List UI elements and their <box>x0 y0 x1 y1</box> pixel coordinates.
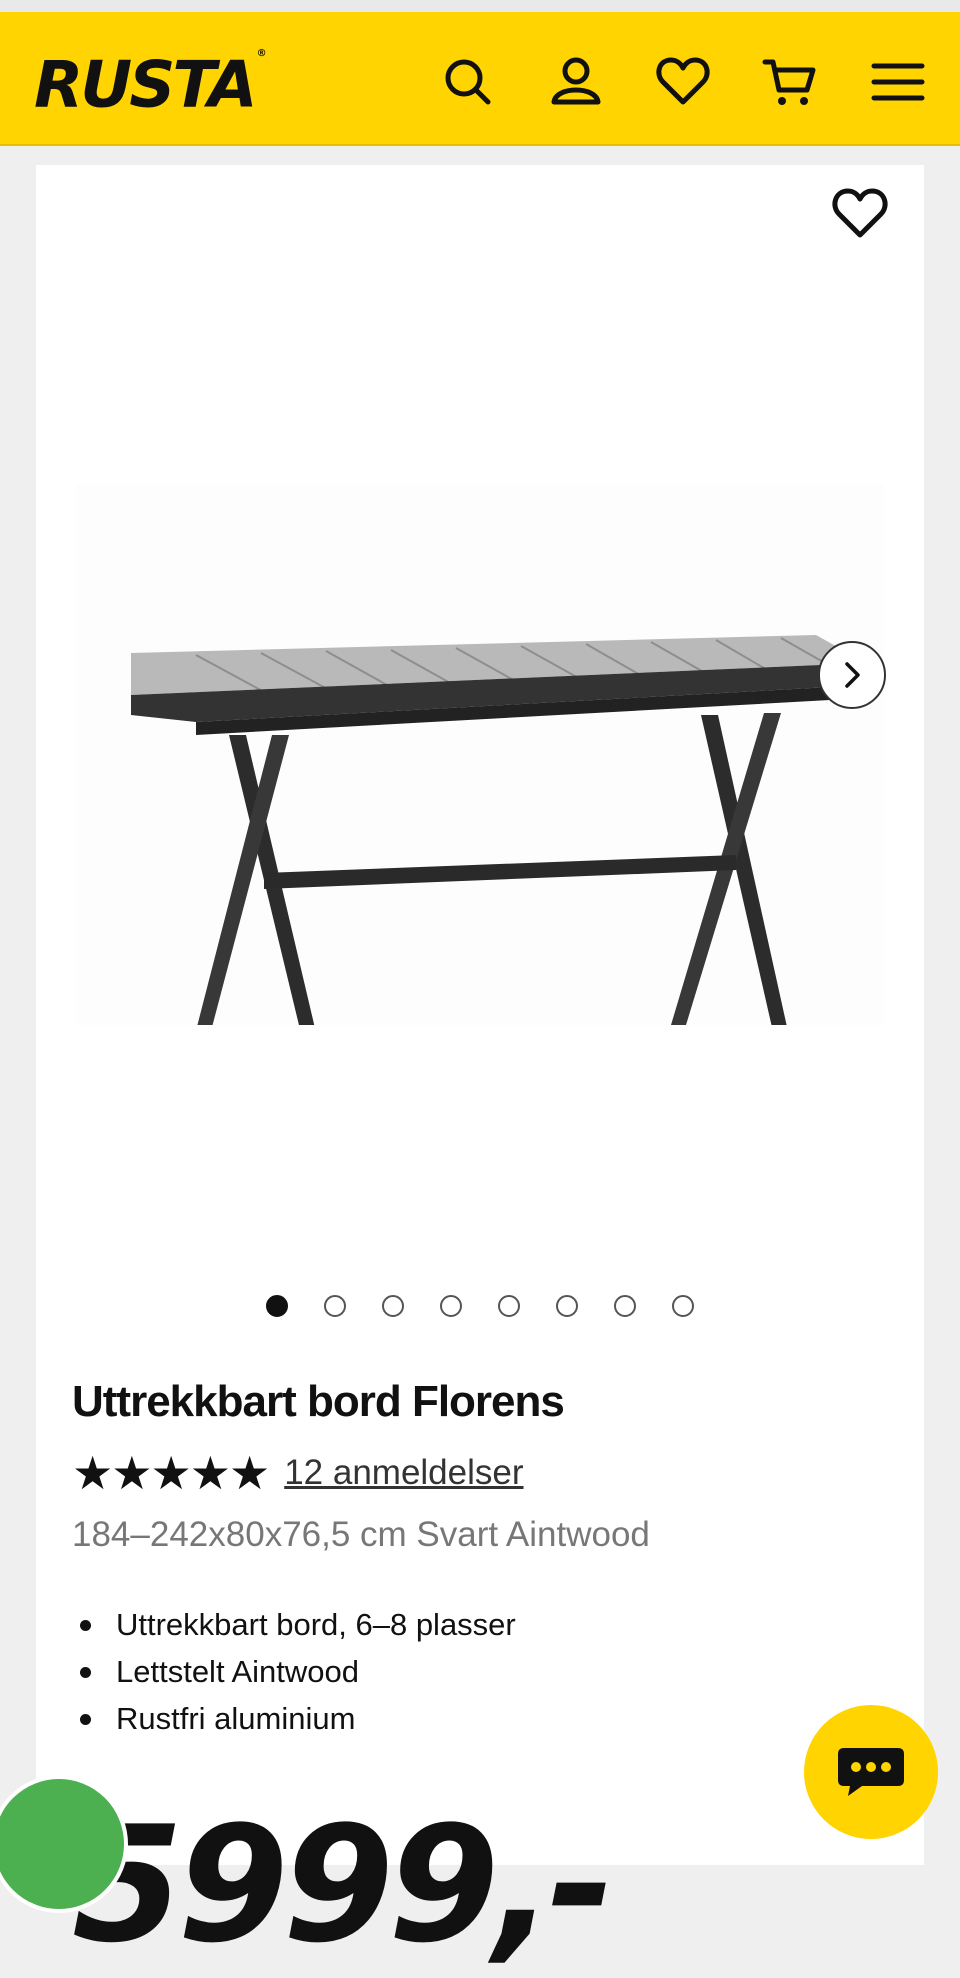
rusta-logo[interactable]: RUSTA ® <box>34 42 267 122</box>
carousel-dot[interactable] <box>382 1295 404 1317</box>
chat-icon <box>838 1748 904 1796</box>
table-image[interactable] <box>76 485 884 1075</box>
feature-item: Rustfri aluminium <box>72 1695 516 1742</box>
product-subtitle: 184–242x80x76,5 cm Svart Aintwood <box>72 1515 650 1554</box>
status-strip <box>0 0 960 12</box>
chat-button[interactable] <box>804 1705 938 1839</box>
heart-icon[interactable] <box>831 185 889 243</box>
chevron-right-icon <box>845 662 860 688</box>
carousel-dot[interactable] <box>266 1295 288 1317</box>
product-price: 5999,- <box>72 1791 614 1978</box>
carousel-dot[interactable] <box>324 1295 346 1317</box>
product-title: Uttrekkbart bord Florens <box>72 1377 565 1426</box>
account-icon[interactable] <box>548 54 604 110</box>
carousel-dot[interactable] <box>498 1295 520 1317</box>
menu-icon[interactable] <box>870 54 926 110</box>
feature-list: Uttrekkbart bord, 6–8 plasser Lettstelt … <box>72 1601 516 1742</box>
rating-stars: ★★★★★ <box>72 1447 270 1499</box>
wishlist-icon[interactable] <box>655 54 711 110</box>
carousel-dot[interactable] <box>440 1295 462 1317</box>
next-image-button[interactable] <box>818 641 886 709</box>
cart-icon[interactable] <box>762 54 818 110</box>
carousel-dot[interactable] <box>672 1295 694 1317</box>
reviews-link[interactable]: 12 anmeldelser <box>284 1448 523 1498</box>
carousel-dot[interactable] <box>556 1295 578 1317</box>
rating-row: ★★★★★ 12 anmeldelser <box>72 1448 524 1498</box>
site-header: RUSTA ® <box>0 12 960 146</box>
feature-item: Uttrekkbart bord, 6–8 plasser <box>72 1601 516 1648</box>
carousel-dot[interactable] <box>614 1295 636 1317</box>
carousel-dots <box>36 1295 924 1325</box>
product-card: Uttrekkbart bord Florens ★★★★★ 12 anmeld… <box>36 165 924 1965</box>
feature-item: Lettstelt Aintwood <box>72 1648 516 1695</box>
search-icon[interactable] <box>440 54 496 110</box>
